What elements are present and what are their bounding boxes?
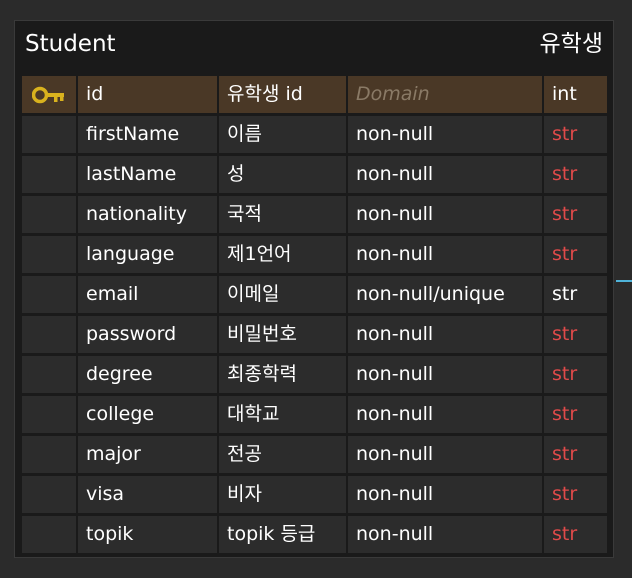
- column-domain[interactable]: non-null: [348, 116, 542, 153]
- column-domain[interactable]: non-null: [348, 196, 542, 233]
- column-type[interactable]: str: [544, 396, 607, 433]
- relationship-connector[interactable]: [616, 279, 632, 283]
- column-type[interactable]: int: [544, 76, 607, 113]
- column-type[interactable]: str: [544, 436, 607, 473]
- key-cell: [22, 156, 76, 193]
- column-logical-name[interactable]: 유학생 id: [219, 76, 346, 113]
- entity-header[interactable]: Student 유학생: [15, 21, 613, 73]
- column-logical-name[interactable]: 비자: [219, 476, 346, 513]
- column-logical-name[interactable]: topik 등급: [219, 516, 346, 553]
- key-cell: [22, 356, 76, 393]
- column-name[interactable]: password: [78, 316, 217, 353]
- column-name[interactable]: email: [78, 276, 217, 313]
- column-type[interactable]: str: [544, 196, 607, 233]
- column-name[interactable]: college: [78, 396, 217, 433]
- column-logical-name[interactable]: 성: [219, 156, 346, 193]
- column-type[interactable]: str: [544, 476, 607, 513]
- column-logical-name[interactable]: 이메일: [219, 276, 346, 313]
- column-domain[interactable]: Domain: [348, 76, 542, 113]
- column-name[interactable]: topik: [78, 516, 217, 553]
- column-type[interactable]: str: [544, 516, 607, 553]
- column-name[interactable]: id: [78, 76, 217, 113]
- column-domain[interactable]: non-null: [348, 436, 542, 473]
- column-logical-name[interactable]: 이름: [219, 116, 346, 153]
- key-cell: [22, 396, 76, 433]
- column-logical-name[interactable]: 전공: [219, 436, 346, 473]
- key-cell: [22, 76, 76, 113]
- column-domain[interactable]: non-null: [348, 156, 542, 193]
- column-logical-name[interactable]: 제1언어: [219, 236, 346, 273]
- entity-alias: 유학생: [539, 31, 603, 57]
- column-name[interactable]: degree: [78, 356, 217, 393]
- key-cell: [22, 516, 76, 553]
- column-type[interactable]: str: [544, 356, 607, 393]
- column-logical-name[interactable]: 최종학력: [219, 356, 346, 393]
- column-logical-name[interactable]: 비밀번호: [219, 316, 346, 353]
- column-type[interactable]: str: [544, 276, 607, 313]
- column-name[interactable]: visa: [78, 476, 217, 513]
- column-domain[interactable]: non-null: [348, 516, 542, 553]
- key-cell: [22, 276, 76, 313]
- key-cell: [22, 476, 76, 513]
- key-cell: [22, 436, 76, 473]
- column-logical-name[interactable]: 대학교: [219, 396, 346, 433]
- column-domain[interactable]: non-null: [348, 476, 542, 513]
- column-name[interactable]: firstName: [78, 116, 217, 153]
- column-domain[interactable]: non-null: [348, 356, 542, 393]
- column-type[interactable]: str: [544, 156, 607, 193]
- key-cell: [22, 196, 76, 233]
- key-icon: [32, 86, 64, 104]
- key-cell: [22, 316, 76, 353]
- column-type[interactable]: str: [544, 116, 607, 153]
- column-domain[interactable]: non-null: [348, 316, 542, 353]
- key-cell: [22, 236, 76, 273]
- column-type[interactable]: str: [544, 316, 607, 353]
- column-domain[interactable]: non-null/unique: [348, 276, 542, 313]
- column-domain[interactable]: non-null: [348, 236, 542, 273]
- column-type[interactable]: str: [544, 236, 607, 273]
- column-domain[interactable]: non-null: [348, 396, 542, 433]
- column-logical-name[interactable]: 국적: [219, 196, 346, 233]
- student-entity-table[interactable]: Student 유학생 id 유학생 id Domain int firstName 이름…: [14, 20, 614, 558]
- column-name[interactable]: language: [78, 236, 217, 273]
- column-name[interactable]: major: [78, 436, 217, 473]
- column-name[interactable]: nationality: [78, 196, 217, 233]
- entity-name: Student: [25, 31, 116, 57]
- column-name[interactable]: lastName: [78, 156, 217, 193]
- key-cell: [22, 116, 76, 153]
